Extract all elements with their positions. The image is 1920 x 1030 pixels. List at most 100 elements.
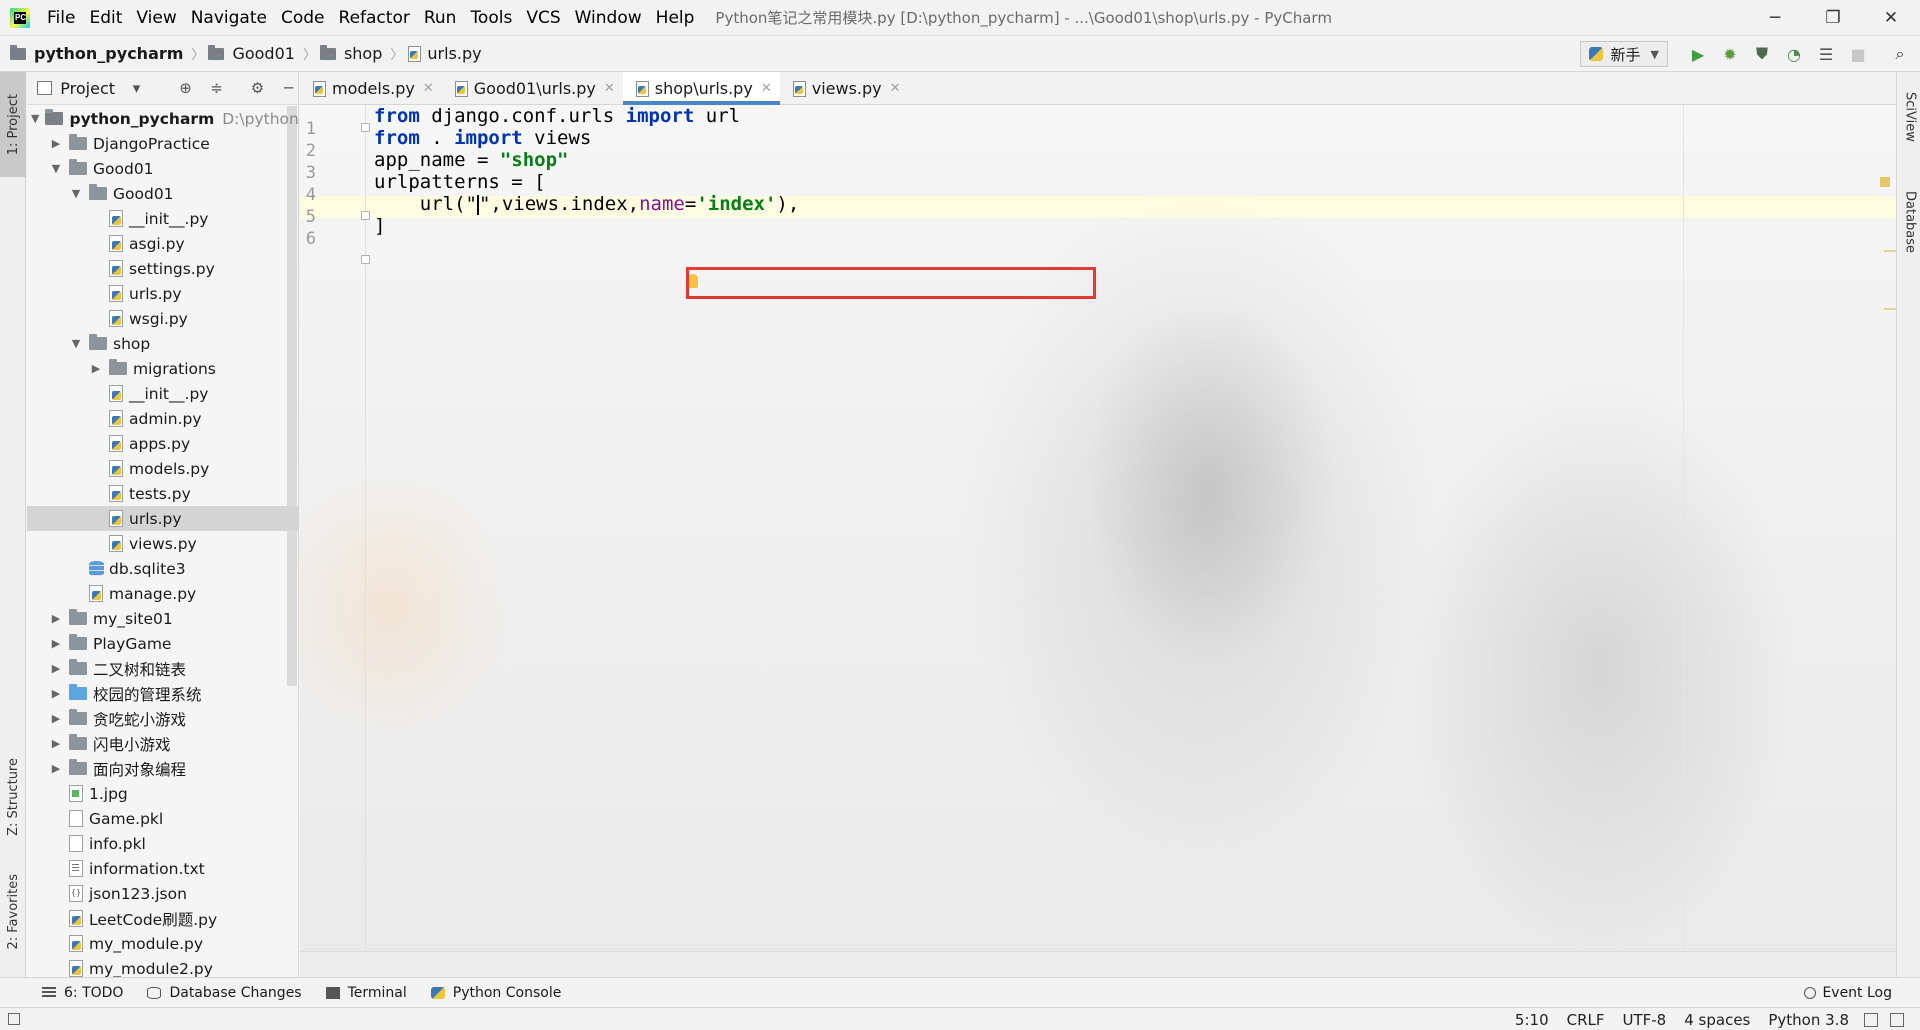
indent-setting[interactable]: 4 spaces: [1675, 1011, 1759, 1029]
chevron-right-icon[interactable]: ▶: [49, 712, 63, 725]
todo-button[interactable]: 6: TODO: [42, 985, 133, 1001]
favorites-tool-tab[interactable]: 2: Favorites: [0, 862, 26, 962]
tree-item[interactable]: ▼ Good01: [27, 156, 298, 181]
menu-navigate[interactable]: Navigate: [184, 8, 274, 28]
debug-icon[interactable]: ✹: [1718, 42, 1742, 66]
close-icon[interactable]: ✕: [604, 81, 615, 96]
inspection-status-icon[interactable]: [1880, 177, 1890, 187]
run-config-select[interactable]: 新手 ▼: [1579, 41, 1668, 67]
restore-button[interactable]: ❐: [1804, 0, 1862, 36]
menu-run[interactable]: Run: [417, 8, 464, 28]
breadcrumb-shop[interactable]: shop: [344, 44, 382, 63]
tree-item[interactable]: apps.py: [27, 431, 298, 456]
tree-item[interactable]: my_module.py: [27, 931, 298, 956]
tree-item[interactable]: views.py: [27, 531, 298, 556]
minimize-button[interactable]: ─: [1746, 0, 1804, 36]
menu-file[interactable]: File: [40, 8, 82, 28]
inspector-icon[interactable]: [1890, 1012, 1904, 1027]
locate-icon[interactable]: ⊕: [176, 79, 195, 97]
tree-item[interactable]: ▶ my_site01: [27, 606, 298, 631]
breadcrumb-file[interactable]: urls.py: [427, 44, 481, 63]
run-icon[interactable]: ▶: [1686, 42, 1710, 66]
project-view-title[interactable]: Project: [60, 79, 115, 98]
fold-marker-icon[interactable]: [361, 211, 370, 220]
tree-item[interactable]: information.txt: [27, 856, 298, 881]
tree-item[interactable]: manage.py: [27, 581, 298, 606]
collapse-all-icon[interactable]: ≑: [207, 79, 226, 97]
chevron-right-icon[interactable]: ▶: [49, 137, 63, 150]
tree-item[interactable]: models.py: [27, 456, 298, 481]
warning-stripe[interactable]: [1884, 308, 1896, 310]
tree-item[interactable]: tests.py: [27, 481, 298, 506]
file-encoding[interactable]: UTF-8: [1614, 1011, 1676, 1029]
stop-icon[interactable]: ■: [1846, 42, 1870, 66]
tree-item[interactable]: ▶ 贪吃蛇小游戏: [27, 706, 298, 731]
chevron-right-icon[interactable]: ▶: [49, 612, 63, 625]
tree-item[interactable]: my_module2.py: [27, 956, 298, 977]
gear-icon[interactable]: ⚙: [248, 79, 267, 97]
tree-item[interactable]: __init__.py: [27, 206, 298, 231]
close-icon[interactable]: ✕: [890, 81, 901, 96]
tree-item[interactable]: wsgi.py: [27, 306, 298, 331]
tree-item[interactable]: LeetCode刷题.py: [27, 906, 298, 931]
fold-marker-icon[interactable]: [361, 123, 370, 132]
fold-marker-icon[interactable]: [361, 255, 370, 264]
tree-item[interactable]: ▶ 二叉树和链表: [27, 656, 298, 681]
chevron-right-icon[interactable]: ▶: [49, 662, 63, 675]
tab-good01-urls[interactable]: Good01\urls.py ✕: [442, 72, 623, 105]
database-tool-tab[interactable]: Database: [1897, 172, 1920, 272]
tree-item[interactable]: urls.py: [27, 281, 298, 306]
coverage-icon[interactable]: ⛊: [1750, 42, 1774, 66]
tree-item[interactable]: ▶ 面向对象编程: [27, 756, 298, 781]
breadcrumb-project[interactable]: python_pycharm: [34, 44, 183, 63]
tool-windows-toggle-icon[interactable]: [8, 1013, 20, 1025]
chevron-down-icon[interactable]: ▼: [69, 187, 83, 200]
tree-item[interactable]: 1.jpg: [27, 781, 298, 806]
hide-icon[interactable]: ─: [279, 79, 298, 97]
tree-root[interactable]: ▼ python_pycharm D:\python_p: [27, 106, 298, 131]
lock-icon[interactable]: [1864, 1012, 1878, 1027]
structure-tool-tab[interactable]: Z: Structure: [0, 742, 26, 852]
menu-edit[interactable]: Edit: [82, 8, 129, 28]
caret-position[interactable]: 5:10: [1506, 1011, 1558, 1029]
tree-item-selected[interactable]: urls.py: [27, 506, 298, 531]
menu-tools[interactable]: Tools: [463, 8, 519, 28]
menu-view[interactable]: View: [129, 8, 183, 28]
menu-help[interactable]: Help: [649, 8, 702, 28]
interpreter[interactable]: Python 3.8: [1759, 1011, 1858, 1029]
menu-code[interactable]: Code: [274, 8, 332, 28]
terminal-button[interactable]: Terminal: [325, 985, 417, 1001]
chevron-right-icon[interactable]: ▶: [49, 737, 63, 750]
chevron-down-icon[interactable]: ▾: [127, 79, 146, 97]
close-icon[interactable]: ✕: [761, 81, 772, 96]
tree-item[interactable]: ▶ migrations: [27, 356, 298, 381]
tree-item[interactable]: settings.py: [27, 256, 298, 281]
tree-item[interactable]: json123.json: [27, 881, 298, 906]
line-separator[interactable]: CRLF: [1558, 1011, 1614, 1029]
menu-vcs[interactable]: VCS: [519, 8, 567, 28]
tree-item[interactable]: info.pkl: [27, 831, 298, 856]
tree-item[interactable]: ▼ shop: [27, 331, 298, 356]
tab-views[interactable]: views.py ✕: [780, 72, 909, 105]
close-icon[interactable]: ✕: [423, 81, 434, 96]
chevron-right-icon[interactable]: ▶: [49, 687, 63, 700]
event-log-button[interactable]: Event Log: [1804, 978, 1892, 1008]
breadcrumb-good01[interactable]: Good01: [232, 44, 295, 63]
python-console-button[interactable]: Python Console: [430, 985, 572, 1001]
editor-horizontal-scrollbar[interactable]: [300, 951, 1896, 977]
tree-item[interactable]: ▶ DjangoPractice: [27, 131, 298, 156]
close-button[interactable]: ✕: [1862, 0, 1920, 36]
tree-item[interactable]: asgi.py: [27, 231, 298, 256]
chevron-down-icon[interactable]: ▼: [31, 112, 39, 125]
tree-item[interactable]: ▶ PlayGame: [27, 631, 298, 656]
menu-window[interactable]: Window: [568, 8, 649, 28]
menu-refactor[interactable]: Refactor: [332, 8, 417, 28]
chevron-down-icon[interactable]: ▼: [69, 337, 83, 350]
tree-item[interactable]: ▶ 闪电小游戏: [27, 731, 298, 756]
sciview-tool-tab[interactable]: SciView: [1897, 72, 1920, 162]
chevron-down-icon[interactable]: ▼: [49, 162, 63, 175]
tree-item[interactable]: admin.py: [27, 406, 298, 431]
chevron-right-icon[interactable]: ▶: [49, 762, 63, 775]
tree-item[interactable]: __init__.py: [27, 381, 298, 406]
project-tool-tab[interactable]: 1: Project: [0, 72, 26, 177]
